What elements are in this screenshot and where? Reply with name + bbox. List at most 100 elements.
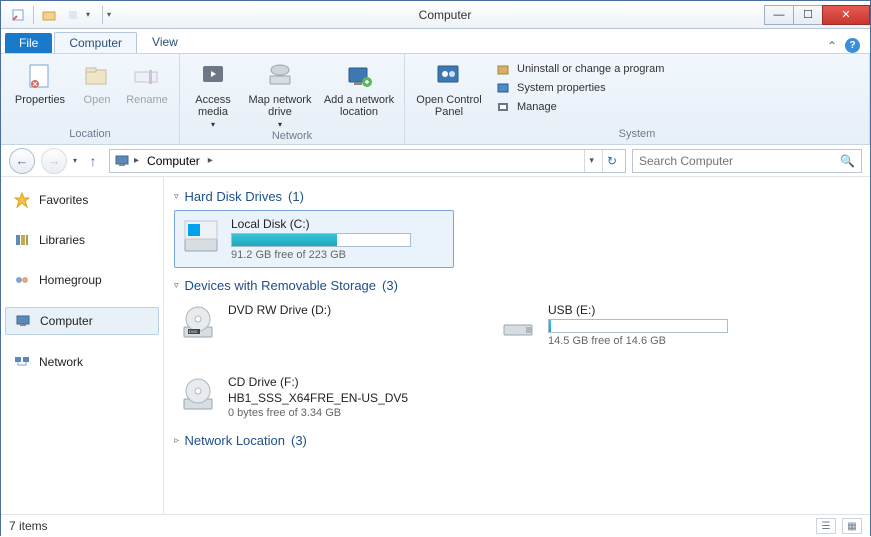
collapse-ribbon-icon[interactable]: ⌃	[827, 39, 837, 53]
search-input[interactable]	[639, 154, 840, 168]
libraries-icon	[13, 231, 31, 249]
group-header-netloc[interactable]: ▿ Network Location (3)	[174, 433, 860, 448]
open-icon	[81, 60, 113, 92]
drive-free-space: 0 bytes free of 3.34 GB	[228, 407, 490, 419]
qat-properties-icon[interactable]	[7, 5, 29, 25]
navigation-bar: ← → ▾ ↑ ▸ Computer ▸ ▾ ↻ 🔍	[1, 145, 870, 177]
disclosure-triangle-icon[interactable]: ▿	[171, 438, 182, 443]
qat-undo-icon[interactable]	[62, 5, 84, 25]
minimize-button[interactable]: —	[764, 5, 794, 25]
uninstall-program-button[interactable]: Uninstall or change a program	[491, 60, 668, 78]
manage-icon	[495, 99, 511, 115]
map-drive-icon	[264, 60, 296, 92]
search-icon[interactable]: 🔍	[840, 154, 855, 168]
ribbon-group-label: System	[413, 127, 861, 142]
ribbon-group-network: Access media▾ Map network drive▾ Add a n…	[180, 54, 405, 144]
ribbon-group-location: Properties Open Rename Location	[1, 54, 180, 144]
system-properties-button[interactable]: System properties	[491, 79, 668, 97]
rename-icon	[131, 60, 163, 92]
properties-button[interactable]: Properties	[9, 58, 71, 127]
search-box[interactable]: 🔍	[632, 149, 862, 173]
homegroup-icon	[13, 271, 31, 289]
drive-subname: HB1_SSS_X64FRE_EN-US_DV5	[228, 391, 490, 405]
svg-text:DVD: DVD	[189, 329, 198, 334]
computer-icon	[14, 312, 32, 330]
breadcrumb-separator[interactable]: ▸	[208, 155, 213, 166]
sidebar-item-homegroup[interactable]: Homegroup	[5, 267, 159, 293]
body: Favorites Libraries Homegroup Computer N…	[1, 177, 870, 514]
forward-button[interactable]: →	[41, 148, 67, 174]
sidebar-item-favorites[interactable]: Favorites	[5, 187, 159, 213]
up-button[interactable]: ↑	[83, 151, 103, 171]
group-header-hdd[interactable]: ▿ Hard Disk Drives (1)	[174, 189, 860, 204]
drive-dvd-d[interactable]: DVD DVD RW Drive (D:)	[174, 299, 454, 351]
drive-free-space: 14.5 GB free of 14.6 GB	[548, 335, 770, 347]
control-panel-icon	[433, 60, 465, 92]
breadcrumb-separator[interactable]: ▸	[134, 155, 139, 166]
hard-disk-icon	[181, 217, 221, 257]
capacity-bar	[548, 319, 728, 333]
access-media-button[interactable]: Access media▾	[188, 58, 238, 129]
open-button[interactable]: Open	[77, 58, 117, 127]
usb-drive-icon	[498, 303, 538, 343]
network-location-icon	[343, 60, 375, 92]
ribbon-group-system: Open Control Panel Uninstall or change a…	[405, 54, 870, 144]
view-details-button[interactable]: ☰	[816, 518, 836, 534]
network-icon	[13, 353, 31, 371]
properties-icon	[24, 60, 56, 92]
add-network-location-button[interactable]: Add a network location	[322, 58, 396, 129]
qat-new-folder-icon[interactable]	[38, 5, 60, 25]
qat-customize-icon[interactable]: ▾	[107, 10, 119, 19]
drive-name: CD Drive (F:)	[228, 375, 490, 389]
qat-dropdown-icon[interactable]: ▾	[86, 10, 98, 19]
tab-view[interactable]: View	[137, 31, 193, 53]
manage-button[interactable]: Manage	[491, 98, 668, 116]
content-pane: ▿ Hard Disk Drives (1) Local Disk (C:) 9…	[164, 177, 870, 514]
drive-local-c[interactable]: Local Disk (C:) 91.2 GB free of 223 GB	[174, 210, 454, 268]
history-dropdown-icon[interactable]: ▾	[73, 156, 77, 165]
cd-drive-icon	[178, 375, 218, 415]
disclosure-triangle-icon[interactable]: ▿	[174, 280, 179, 291]
help-icon[interactable]: ?	[845, 38, 860, 53]
disclosure-triangle-icon[interactable]: ▿	[174, 191, 179, 202]
computer-icon	[114, 153, 130, 169]
system-properties-icon	[495, 80, 511, 96]
sidebar-item-computer[interactable]: Computer	[5, 307, 159, 335]
quick-access-toolbar: ▾ ▾	[1, 5, 125, 25]
capacity-bar	[231, 233, 411, 247]
status-bar: 7 items ☰ ▦	[1, 514, 870, 537]
uninstall-icon	[495, 61, 511, 77]
ribbon-group-label: Location	[9, 127, 171, 142]
address-dropdown-icon[interactable]: ▾	[584, 150, 598, 172]
address-bar[interactable]: ▸ Computer ▸ ▾ ↻	[109, 149, 626, 173]
media-icon	[197, 60, 229, 92]
group-header-removable[interactable]: ▿ Devices with Removable Storage (3)	[174, 278, 860, 293]
drive-name: DVD RW Drive (D:)	[228, 303, 450, 317]
sidebar-item-libraries[interactable]: Libraries	[5, 227, 159, 253]
view-tiles-button[interactable]: ▦	[842, 518, 862, 534]
drive-usb-e[interactable]: USB (E:) 14.5 GB free of 14.6 GB	[494, 299, 774, 351]
favorites-icon	[13, 191, 31, 209]
map-network-drive-button[interactable]: Map network drive▾	[244, 58, 316, 129]
back-button[interactable]: ←	[9, 148, 35, 174]
refresh-icon[interactable]: ↻	[602, 150, 621, 172]
rename-button[interactable]: Rename	[123, 58, 171, 127]
ribbon: Properties Open Rename Location Access m…	[1, 53, 870, 145]
ribbon-tab-strip: File Computer View ⌃ ?	[1, 29, 870, 53]
drive-free-space: 91.2 GB free of 223 GB	[231, 249, 447, 261]
status-item-count: 7 items	[9, 519, 48, 533]
open-control-panel-button[interactable]: Open Control Panel	[413, 58, 485, 127]
window-title: Computer	[125, 8, 765, 22]
close-button[interactable]: ✕	[822, 5, 870, 25]
drive-name: USB (E:)	[548, 303, 770, 317]
tab-file[interactable]: File	[5, 33, 52, 53]
drive-name: Local Disk (C:)	[231, 217, 447, 231]
window-controls: — ☐ ✕	[765, 5, 870, 25]
breadcrumb-computer[interactable]: Computer	[143, 154, 204, 168]
tab-computer[interactable]: Computer	[54, 32, 137, 53]
drive-cd-f[interactable]: CD Drive (F:) HB1_SSS_X64FRE_EN-US_DV5 0…	[174, 371, 494, 423]
ribbon-group-label: Network	[188, 129, 396, 144]
sidebar-item-network[interactable]: Network	[5, 349, 159, 375]
maximize-button[interactable]: ☐	[793, 5, 823, 25]
title-bar: ▾ ▾ Computer — ☐ ✕	[1, 1, 870, 29]
